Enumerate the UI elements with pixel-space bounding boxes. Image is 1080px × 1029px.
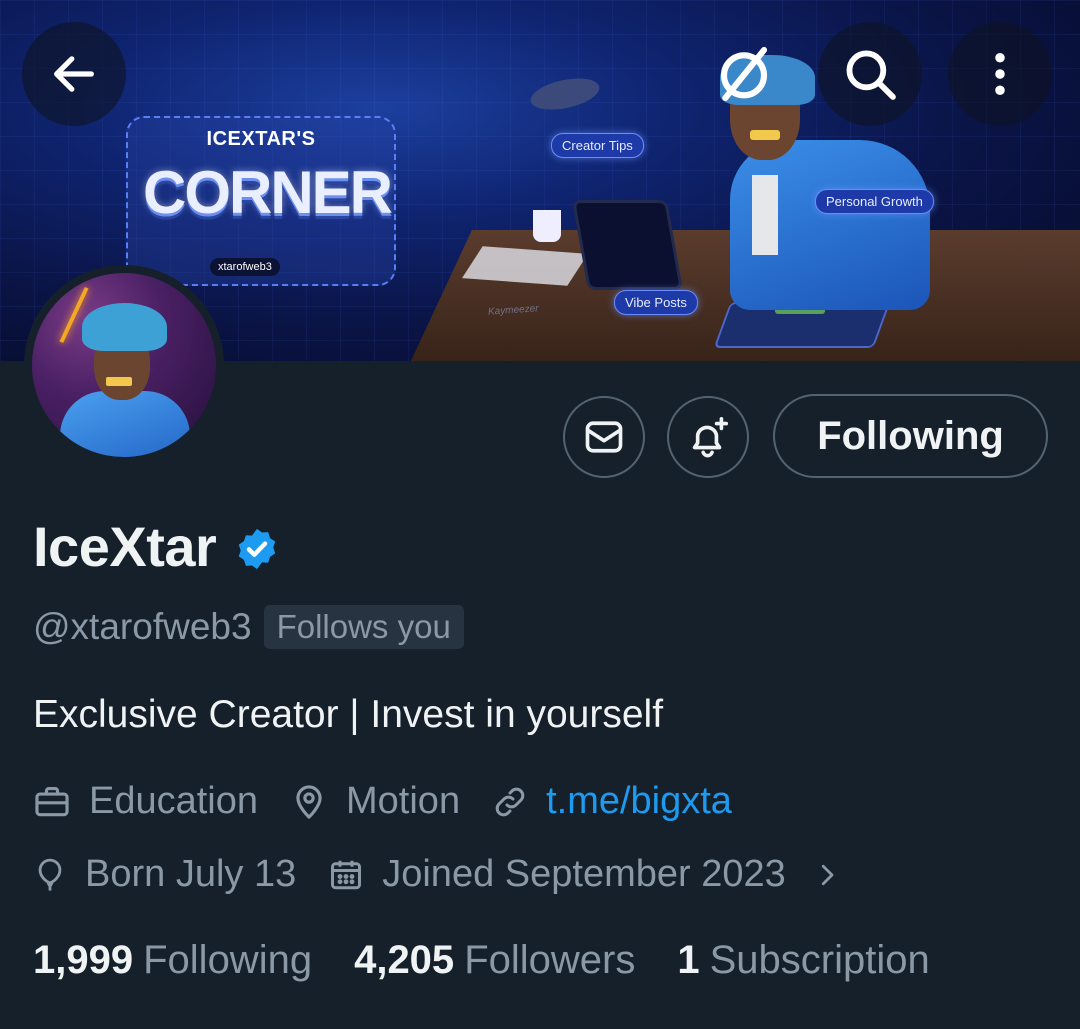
meta-joined: Joined September 2023 bbox=[328, 853, 786, 896]
profile-bio: Exclusive Creator | Invest in yourself bbox=[33, 693, 664, 736]
link-icon bbox=[495, 787, 525, 816]
banner-tag-personal-growth: Personal Growth bbox=[815, 189, 934, 214]
profile-meta-row: Education Motion t.me/bigxta bbox=[33, 780, 764, 823]
meta-location: Motion bbox=[290, 780, 460, 823]
followers-count: 4,205 bbox=[354, 938, 455, 982]
meta-joined-text: Joined September 2023 bbox=[382, 853, 786, 895]
meta-category-text: Education bbox=[89, 780, 259, 822]
subscriptions-count: 1 bbox=[677, 938, 700, 982]
banner-tag-creator-tips: Creator Tips bbox=[551, 133, 644, 158]
meta-category: Education bbox=[33, 780, 258, 823]
following-label: Following bbox=[143, 938, 313, 982]
arrow-left-icon bbox=[54, 56, 94, 92]
follows-you-badge: Follows you bbox=[263, 605, 464, 649]
following-count: 1,999 bbox=[33, 938, 134, 982]
meta-birthday-text: Born July 13 bbox=[85, 853, 297, 895]
banner-tablet bbox=[572, 200, 683, 290]
profile-dates-row[interactable]: Born July 13 Joined September 2023 bbox=[33, 853, 842, 896]
meta-link[interactable]: t.me/bigxta bbox=[492, 780, 732, 823]
following-button[interactable]: Following bbox=[773, 394, 1048, 478]
briefcase-icon bbox=[35, 786, 69, 816]
banner-tag-vibe-posts: Vibe Posts bbox=[614, 290, 698, 315]
banner-logo-handle: xtarofweb3 bbox=[210, 258, 280, 276]
avatar bbox=[32, 273, 216, 457]
location-pin-icon bbox=[296, 784, 322, 819]
banner-logo: ICEXTAR'S CORNER xtarofweb3 bbox=[126, 116, 396, 286]
name-row: IceXtar bbox=[33, 514, 280, 579]
followers-stat[interactable]: 4,205 Followers bbox=[354, 938, 635, 983]
envelope-icon bbox=[585, 421, 623, 453]
subscriptions-stat[interactable]: 1 Subscription bbox=[677, 938, 929, 983]
circle-button[interactable] bbox=[692, 22, 796, 126]
calendar-icon bbox=[331, 860, 362, 889]
handle-row: @xtarofweb3 Follows you bbox=[33, 605, 464, 649]
notify-button[interactable] bbox=[667, 396, 749, 478]
profile-link[interactable]: t.me/bigxta bbox=[546, 780, 732, 823]
verified-badge-icon[interactable] bbox=[234, 526, 280, 572]
following-stat[interactable]: 1,999 Following bbox=[33, 938, 312, 983]
search-icon bbox=[846, 50, 896, 100]
more-vertical-icon bbox=[995, 52, 1005, 96]
back-button[interactable] bbox=[22, 22, 126, 126]
banner-logo-big: CORNER bbox=[142, 159, 393, 226]
message-button[interactable] bbox=[563, 396, 645, 478]
no-circle-icon bbox=[720, 46, 768, 102]
balloon-icon bbox=[38, 858, 62, 891]
more-button[interactable] bbox=[948, 22, 1052, 126]
subscriptions-label: Subscription bbox=[709, 938, 930, 982]
banner-logo-small: ICEXTAR'S bbox=[206, 128, 316, 150]
bell-plus-icon bbox=[692, 416, 729, 458]
profile-handle: @xtarofweb3 bbox=[33, 606, 252, 647]
meta-location-text: Motion bbox=[346, 780, 461, 822]
profile-stats: 1,999 Following 4,205 Followers 1 Subscript… bbox=[33, 938, 972, 983]
search-button[interactable] bbox=[818, 22, 922, 126]
meta-birthday: Born July 13 bbox=[33, 853, 296, 896]
banner-cup bbox=[533, 210, 561, 242]
chevron-right-icon[interactable] bbox=[812, 857, 842, 893]
banner-lamp bbox=[527, 73, 603, 115]
profile-avatar[interactable] bbox=[24, 265, 224, 465]
followers-label: Followers bbox=[464, 938, 636, 982]
profile-name: IceXtar bbox=[33, 515, 217, 578]
